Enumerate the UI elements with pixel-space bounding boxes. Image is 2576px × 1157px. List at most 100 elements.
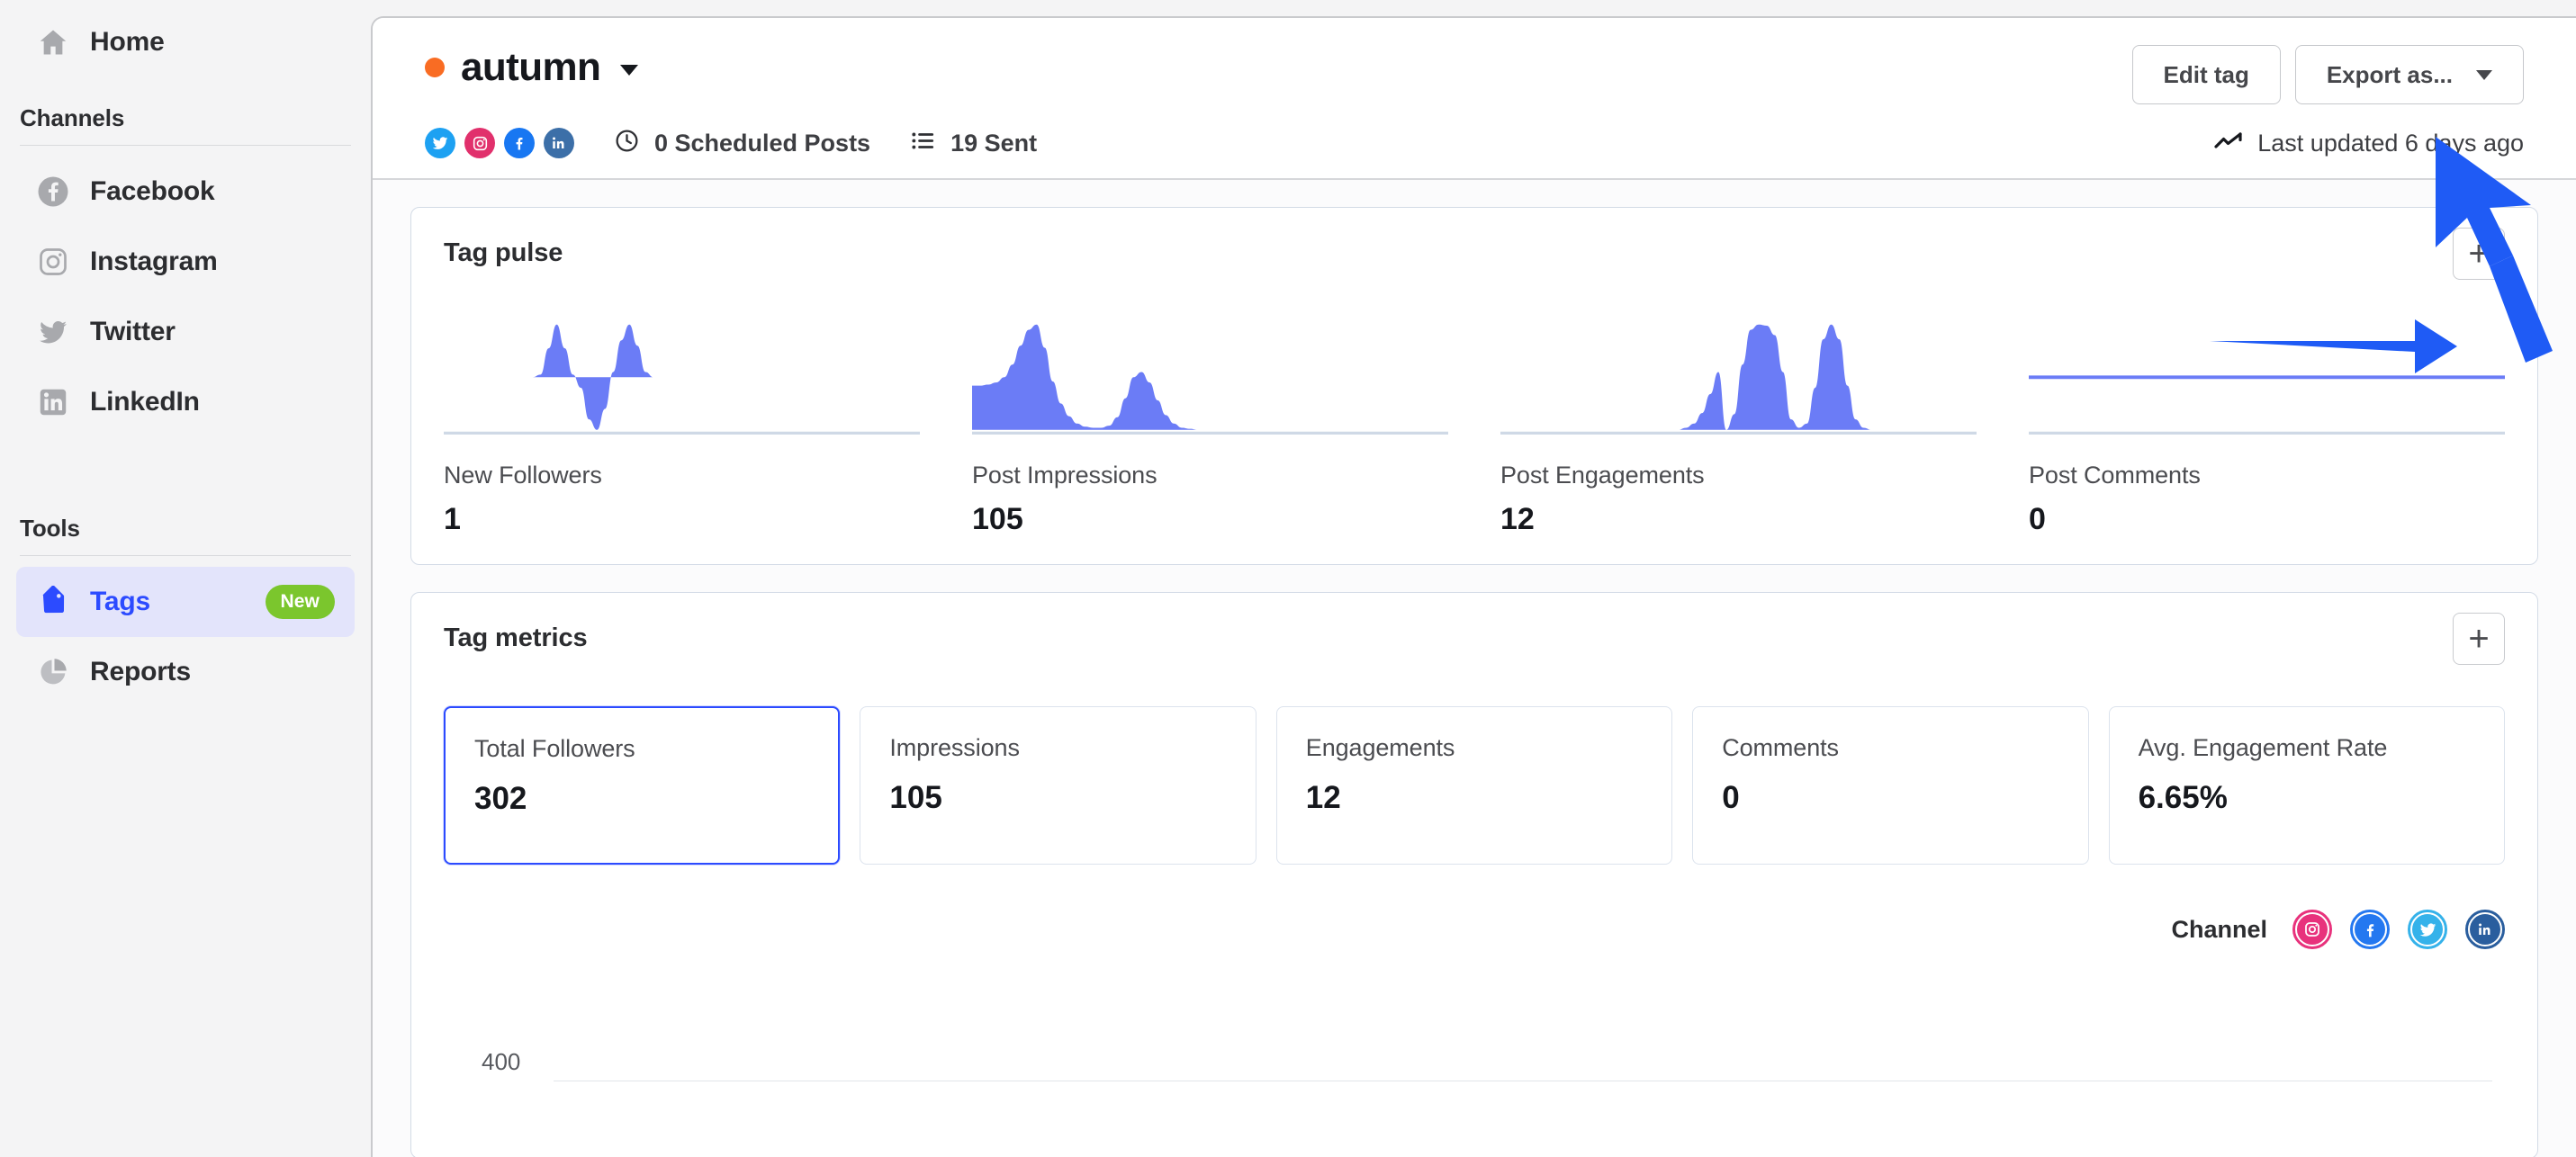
sparkline-post-impressions: [972, 318, 1448, 435]
twitter-icon[interactable]: [425, 128, 455, 158]
legend-twitter-icon[interactable]: [2408, 910, 2447, 949]
header-channel-icons: [425, 128, 574, 158]
pulse-label: Post Engagements: [1500, 462, 1977, 489]
linkedin-icon: [36, 385, 70, 419]
status-badge: New: [266, 585, 335, 619]
metric-label: Comments: [1722, 734, 2058, 762]
facebook-icon[interactable]: [504, 128, 535, 158]
metric-card-impressions[interactable]: Impressions 105: [860, 706, 1256, 865]
metrics-chart: 400: [444, 987, 2505, 1131]
scheduled-posts-label: 0 Scheduled Posts: [654, 130, 870, 157]
sidebar-item-twitter[interactable]: Twitter: [16, 297, 355, 367]
tag-metrics-row: Total Followers 302 Impressions 105 Enga…: [444, 706, 2505, 865]
page-header: autumn Edit tag Export as...: [373, 18, 2576, 178]
chart-y-axis-tick: 400: [482, 1048, 520, 1076]
content-area: Tag pulse + New Followers: [373, 180, 2576, 1157]
sidebar-item-linkedin[interactable]: LinkedIn: [16, 367, 355, 437]
add-tag-metric-button[interactable]: +: [2453, 613, 2505, 665]
tag-name: autumn: [461, 45, 600, 90]
chevron-down-icon[interactable]: [620, 65, 638, 76]
sparkline-post-engagements: [1500, 318, 1977, 435]
export-as-button[interactable]: Export as...: [2295, 45, 2524, 104]
metric-value: 105: [889, 780, 1226, 816]
legend-instagram-icon[interactable]: [2292, 910, 2332, 949]
sparkline-post-comments: [2029, 318, 2505, 435]
sidebar-section-heading: Channels: [16, 104, 355, 145]
metric-card-comments[interactable]: Comments 0: [1692, 706, 2088, 865]
metric-card-engagements[interactable]: Engagements 12: [1276, 706, 1672, 865]
channel-legend-label: Channel: [2171, 916, 2267, 944]
list-icon: [910, 128, 936, 158]
sidebar-item-facebook[interactable]: Facebook: [16, 157, 355, 227]
pulse-item-post-comments: Post Comments 0: [2029, 318, 2505, 537]
chevron-down-icon: [2476, 70, 2492, 80]
metric-label: Total Followers: [474, 735, 809, 763]
metric-value: 0: [1722, 780, 2058, 816]
legend-linkedin-icon[interactable]: [2465, 910, 2505, 949]
tag-color-dot: [425, 58, 445, 77]
last-updated: Last updated 6 days ago: [2214, 130, 2524, 157]
metric-value: 302: [474, 781, 809, 817]
plus-icon: +: [2468, 241, 2489, 266]
sidebar-item-label: Tags: [90, 587, 150, 617]
add-pulse-metric-button[interactable]: +: [2453, 228, 2505, 280]
pulse-label: Post Comments: [2029, 462, 2505, 489]
instagram-icon[interactable]: [464, 128, 495, 158]
tag-metrics-title: Tag metrics: [444, 623, 588, 653]
pulse-label: Post Impressions: [972, 462, 1448, 489]
scheduled-posts-meta: 0 Scheduled Posts: [614, 128, 870, 158]
metric-card-total-followers[interactable]: Total Followers 302: [444, 706, 840, 865]
header-actions: Edit tag Export as...: [2132, 45, 2525, 104]
sidebar-item-label: Facebook: [90, 176, 214, 207]
pulse-value: 1: [444, 502, 920, 537]
sparkline-new-followers: [444, 318, 920, 435]
app-root: Home Channels Facebook Instagram: [0, 0, 2576, 1157]
sidebar-item-reports[interactable]: Reports: [16, 637, 355, 707]
instagram-icon: [36, 245, 70, 279]
sidebar-item-label: LinkedIn: [90, 387, 200, 417]
metric-value: 6.65%: [2139, 780, 2475, 816]
tag-pulse-card: Tag pulse + New Followers: [410, 207, 2538, 565]
pulse-value: 0: [2029, 502, 2505, 537]
main-panel: autumn Edit tag Export as...: [371, 16, 2576, 1157]
last-updated-label: Last updated 6 days ago: [2257, 130, 2524, 157]
sidebar-item-instagram[interactable]: Instagram: [16, 227, 355, 297]
pulse-item-post-impressions: Post Impressions 105: [972, 318, 1448, 537]
sidebar-item-home[interactable]: Home: [16, 7, 355, 77]
tag-pulse-title: Tag pulse: [444, 238, 563, 268]
metric-label: Avg. Engagement Rate: [2139, 734, 2475, 762]
sent-posts-meta: 19 Sent: [910, 128, 1037, 158]
sidebar-item-label: Twitter: [90, 317, 176, 347]
sidebar-item-label: Reports: [90, 657, 191, 687]
metric-label: Impressions: [889, 734, 1226, 762]
pie-chart-icon: [36, 655, 70, 689]
edit-tag-button[interactable]: Edit tag: [2132, 45, 2281, 104]
export-as-label: Export as...: [2327, 61, 2453, 89]
pulse-label: New Followers: [444, 462, 920, 489]
pulse-item-new-followers: New Followers 1: [444, 318, 920, 537]
metric-label: Engagements: [1306, 734, 1643, 762]
sidebar-item-tags[interactable]: Tags New: [16, 567, 355, 637]
divider: [20, 555, 351, 556]
metric-card-avg-engagement-rate[interactable]: Avg. Engagement Rate 6.65%: [2109, 706, 2505, 865]
tag-pulse-grid: New Followers 1 Post Impressions 105: [444, 318, 2505, 537]
pulse-value: 12: [1500, 502, 1977, 537]
sidebar-tools-section: Tools Tags New Reports: [16, 515, 355, 707]
pulse-value: 105: [972, 502, 1448, 537]
tag-icon: [36, 585, 70, 619]
clock-icon: [614, 128, 640, 158]
sidebar-item-label: Home: [90, 27, 165, 58]
linkedin-icon[interactable]: [544, 128, 574, 158]
divider: [20, 145, 351, 146]
metric-value: 12: [1306, 780, 1643, 816]
sidebar: Home Channels Facebook Instagram: [0, 0, 371, 1157]
tag-metrics-card: Tag metrics + Total Followers 302 Impres…: [410, 592, 2538, 1157]
home-icon: [36, 25, 70, 59]
sent-posts-label: 19 Sent: [950, 130, 1037, 157]
sidebar-channels-section: Channels Facebook Instagram: [16, 104, 355, 437]
sidebar-item-label: Instagram: [90, 247, 218, 277]
legend-facebook-icon[interactable]: [2350, 910, 2390, 949]
trend-up-icon: [2214, 131, 2243, 156]
page-title[interactable]: autumn: [425, 45, 638, 90]
twitter-icon: [36, 315, 70, 349]
